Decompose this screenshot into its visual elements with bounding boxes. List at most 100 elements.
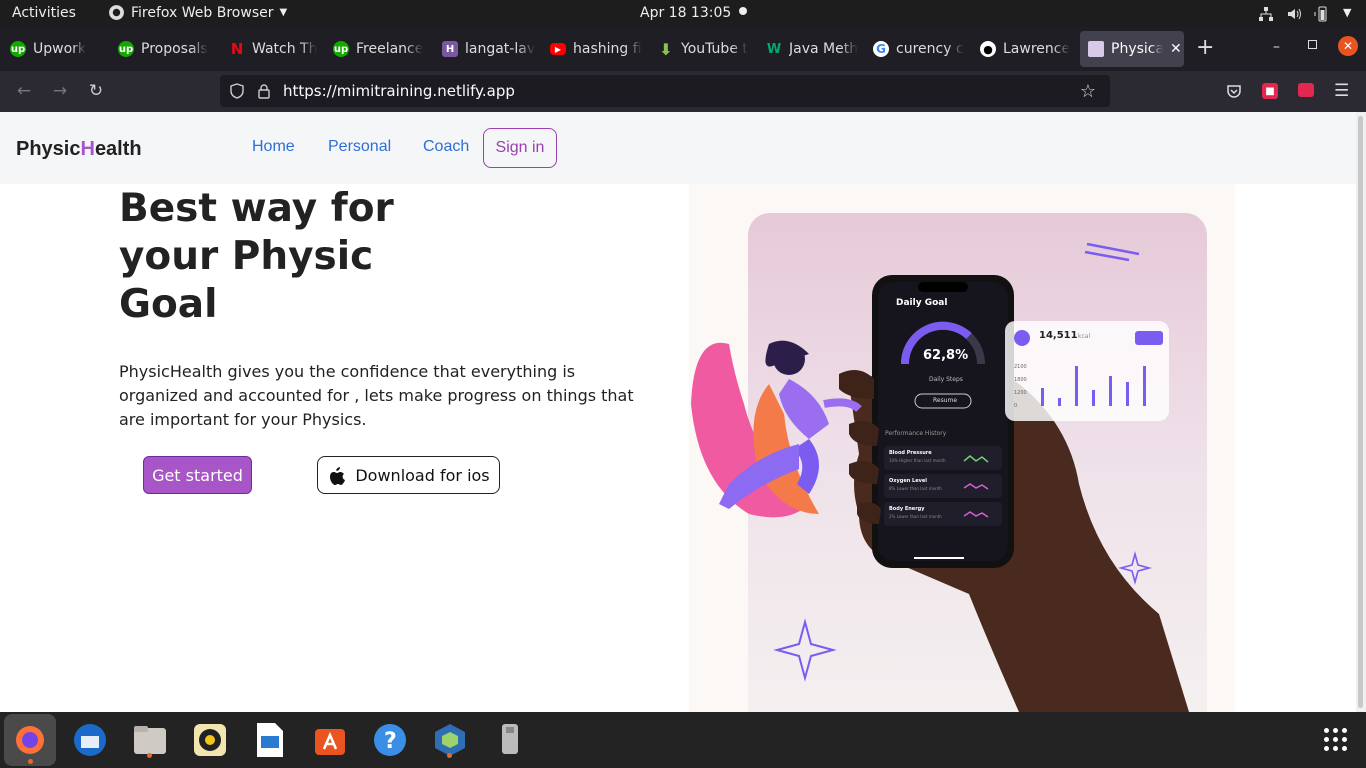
tab-github[interactable]: ● Lawrence [972, 31, 1076, 67]
phone-resume-button: Resume [933, 397, 958, 404]
tab-label: hashing fi [573, 41, 642, 57]
activities-button[interactable]: Activities [12, 5, 76, 21]
brand-part: Physic [16, 138, 81, 160]
maximize-icon[interactable] [1308, 40, 1317, 49]
tab-proposals[interactable]: up Proposals [110, 31, 220, 67]
dock-virtualbox[interactable] [430, 720, 470, 760]
dock-files[interactable] [130, 720, 170, 760]
get-started-button[interactable]: Get started [143, 456, 252, 494]
download-icon: ⬇ [659, 39, 673, 59]
close-window-icon[interactable]: ✕ [1338, 36, 1358, 56]
usb-drive-icon [502, 724, 518, 754]
tab-heroku[interactable]: Hlangat-lav [434, 31, 538, 67]
tab-netflix[interactable]: N Watch Th [221, 31, 325, 67]
metric-name: Blood Pressure [889, 450, 932, 456]
hero-illustration: Daily Goal 62,8% Daily Steps Resume Perf… [689, 184, 1235, 712]
running-indicator [28, 759, 33, 764]
dock-rhythmbox[interactable] [190, 720, 230, 760]
hero-description: PhysicHealth gives you the confidence th… [119, 362, 634, 429]
hamburger-menu-icon[interactable]: ☰ [1334, 81, 1349, 101]
tab-label: YouTube t [681, 41, 748, 57]
page-scrollbar[interactable] [1356, 112, 1366, 712]
download-ios-label: Download for ios [355, 465, 490, 485]
netflix-icon: N [230, 40, 244, 58]
upwork-icon: up [10, 41, 26, 57]
brand-part: ealth [94, 138, 142, 160]
google-icon: G [873, 41, 889, 57]
nav-link-personal[interactable]: Personal [328, 138, 391, 156]
notification-dot-icon [739, 7, 747, 15]
metric-name: Body Energy [889, 506, 925, 512]
upwork-icon: up [333, 41, 349, 57]
phone-mockup [872, 275, 1014, 568]
show-applications-icon[interactable] [1324, 728, 1347, 751]
url-text[interactable]: https://mimitraining.netlify.app [283, 82, 515, 100]
nav-link-home[interactable]: Home [252, 138, 295, 156]
tab-youtube-download[interactable]: ⬇ YouTube t [650, 31, 754, 67]
svg-text:?: ? [384, 729, 397, 754]
phone-percent: 62,8% [923, 348, 969, 363]
system-top-bar: Activities Firefox Web Browser ▼ Apr 18 … [0, 0, 1366, 27]
kcal-bar [1143, 366, 1146, 406]
app-menu[interactable]: Firefox Web Browser ▼ [108, 4, 287, 21]
tab-label: Upwork [33, 41, 87, 57]
youtube-icon: ▶ [550, 43, 566, 55]
url-bar[interactable]: https://mimitraining.netlify.app ☆ [220, 75, 1110, 107]
ubuntu-dock: ? [0, 712, 1366, 768]
dock-firefox[interactable] [4, 714, 56, 766]
pocket-icon[interactable] [1226, 83, 1242, 99]
tab-label: curency c [896, 41, 964, 57]
download-ios-button[interactable]: Download for ios [317, 456, 500, 494]
network-icon[interactable] [1258, 6, 1274, 22]
back-arrow-icon[interactable]: ← [12, 79, 36, 103]
lock-icon[interactable] [257, 83, 271, 99]
screenshot-camera-icon[interactable] [1298, 83, 1314, 97]
firefox-icon [16, 726, 44, 754]
brand-logo[interactable]: PhysicHealth [16, 138, 142, 161]
kcal-tick: 1800 [1014, 377, 1027, 383]
kcal-bar [1041, 388, 1044, 406]
tab-google-currency[interactable]: Gcurency c [865, 31, 969, 67]
tab-upwork[interactable]: up Upwork [2, 31, 106, 67]
scrollbar-thumb[interactable] [1358, 116, 1363, 708]
phone-steps-label: Daily Steps [929, 376, 963, 383]
bookmark-star-icon[interactable]: ☆ [1080, 81, 1096, 102]
tab-physic-active[interactable]: Physical ✕ [1080, 31, 1184, 67]
dock-usb-drive[interactable] [490, 720, 530, 760]
kcal-bar [1092, 390, 1095, 406]
heroku-icon: H [442, 41, 458, 57]
dock-writer[interactable] [250, 720, 290, 760]
battery-icon[interactable] [1313, 5, 1331, 23]
tab-freelance[interactable]: up Freelance [325, 31, 429, 67]
extension-lock-icon[interactable]: ■ [1262, 83, 1278, 99]
phone-history-title: Performance History [885, 430, 947, 437]
minimize-icon[interactable]: – [1273, 39, 1280, 55]
kcal-tick: 0 [1014, 403, 1018, 409]
volume-icon[interactable] [1286, 6, 1302, 22]
reload-icon[interactable]: ↻ [84, 79, 108, 103]
phone-header: Daily Goal [896, 298, 948, 308]
sign-in-button[interactable]: Sign in [483, 128, 557, 168]
close-tab-icon[interactable]: ✕ [1170, 41, 1182, 57]
kcal-tick: 1200 [1014, 390, 1027, 396]
metric-name: Oxygen Level [889, 478, 927, 484]
new-tab-icon[interactable]: + [1196, 35, 1214, 60]
thunderbird-icon [74, 724, 106, 756]
writer-icon [257, 723, 283, 757]
dock-thunderbird[interactable] [70, 720, 110, 760]
tab-youtube-hashing[interactable]: ▶ hashing fi [542, 31, 646, 67]
shield-icon[interactable] [229, 83, 245, 99]
nav-link-coach[interactable]: Coach [423, 138, 469, 156]
apple-icon [330, 467, 346, 485]
metric-sub: 8% Lower than last month [889, 486, 942, 491]
tab-label: Watch Th [252, 41, 318, 57]
clock[interactable]: Apr 18 13:05 [640, 5, 731, 21]
forward-arrow-icon[interactable]: → [48, 79, 72, 103]
system-menu-chevron-icon[interactable]: ▼ [1343, 6, 1351, 19]
app-menu-label: Firefox Web Browser [131, 4, 274, 21]
tab-java-methods[interactable]: W Java Meth [758, 31, 862, 67]
running-indicator [447, 753, 452, 758]
dock-software[interactable] [310, 720, 350, 760]
kcal-bar [1075, 366, 1078, 406]
dock-help[interactable]: ? [370, 720, 410, 760]
